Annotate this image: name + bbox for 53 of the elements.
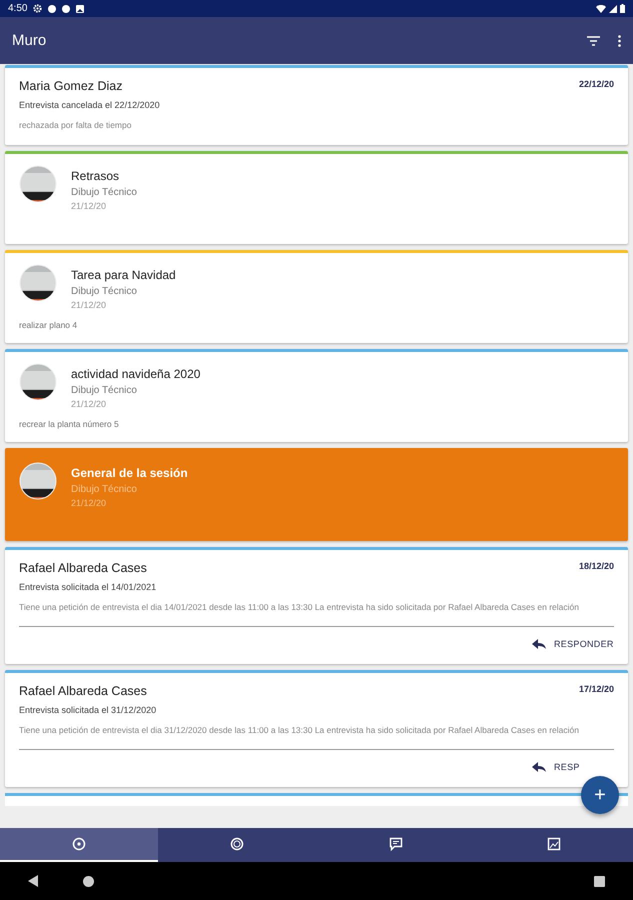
circle-icon [229, 836, 246, 852]
interview-description: Tiene una petición de entrevista el dia 14/01/2021 desde las 11:00 a las 13:30 La entrevista ha sido solicitada por Rafael Albareda Cases en relación [19, 601, 580, 614]
filter-icon[interactable] [587, 36, 600, 46]
screen-title: Muro [12, 32, 46, 49]
interview-card[interactable] [5, 547, 628, 664]
recents-icon[interactable] [594, 876, 605, 886]
clock-icon [71, 836, 88, 852]
subject-name: Dibujo Técnico [71, 484, 138, 495]
interview-status: Entrevista solicitada el 31/12/2020 [19, 705, 158, 715]
card-date: 21/12/20 [71, 498, 108, 508]
back-icon[interactable] [28, 875, 38, 887]
image-icon [76, 4, 84, 12]
task-note: realizar plano 4 [19, 320, 78, 330]
chat-icon [388, 836, 404, 852]
card-date: 21/12/20 [71, 201, 108, 211]
sender-name: Maria Gomez Diaz [19, 79, 122, 93]
reply-icon [532, 762, 546, 772]
sender-name: Rafael Albareda Cases [19, 561, 147, 575]
more-menu-icon[interactable] [618, 34, 621, 46]
task-title: General de la sesión [71, 466, 188, 480]
nav-tab[interactable] [0, 828, 158, 862]
subject-name: Dibujo Técnico [71, 385, 138, 396]
wifi-icon [596, 4, 606, 12]
interview-status: Entrevista cancelada el 22/12/2020 [19, 100, 161, 110]
task-title: actividad navideña 2020 [71, 367, 200, 381]
task-card[interactable]: Tarea para Navidad Dibujo Técnico 21/12/20 realizar plano 4 [5, 250, 628, 343]
subject-name: Dibujo Técnico [71, 286, 138, 297]
card-date: 17/12/20 [578, 684, 614, 694]
interview-description: rechazada por falta de tiempo [19, 119, 132, 132]
card-date: 21/12/20 [71, 399, 108, 409]
interview-card[interactable]: Maria Gomez Diaz 22/12/20 Entrevista cancelada el 22/12/2020 rechazada por falta de tiempo [5, 65, 628, 145]
card-date: 21/12/20 [71, 300, 108, 310]
task-card[interactable]: actividad navideña 2020 Dibujo Técnico 21/12/20 recrear la planta número 5 [5, 349, 628, 442]
status-time: 4:50 [8, 3, 28, 14]
image-icon [546, 836, 562, 852]
signal-icon [609, 4, 617, 12]
card-date: 18/12/20 [578, 561, 614, 571]
reply-button[interactable]: RESP [532, 760, 614, 774]
subject-name: Dibujo Técnico [71, 187, 137, 198]
task-title: Tarea para Navidad [71, 268, 176, 282]
card-date: 22/12/20 [578, 79, 614, 89]
task-title: Retrasos [71, 169, 120, 183]
settings-icon [33, 4, 42, 13]
battery-icon [620, 4, 625, 13]
reply-button[interactable]: RESPONDER [532, 637, 614, 651]
interview-card[interactable] [5, 670, 628, 787]
task-note: recrear la planta número 5 [19, 419, 120, 429]
reply-icon [532, 639, 546, 649]
sender-name: Rafael Albareda Cases [19, 684, 147, 698]
interview-description: Tiene una petición de entrevista el dia 31/12/2020 desde las 11:00 a las 13:30 La entrevista ha sido solicitada por Rafael Albareda Cases en relación [19, 724, 580, 737]
task-card[interactable]: Retrasos Dibujo Técnico 21/12/20 [5, 151, 628, 244]
interview-status: Entrevista solicitada el 14/01/2021 [19, 582, 158, 592]
home-icon[interactable] [83, 876, 94, 886]
